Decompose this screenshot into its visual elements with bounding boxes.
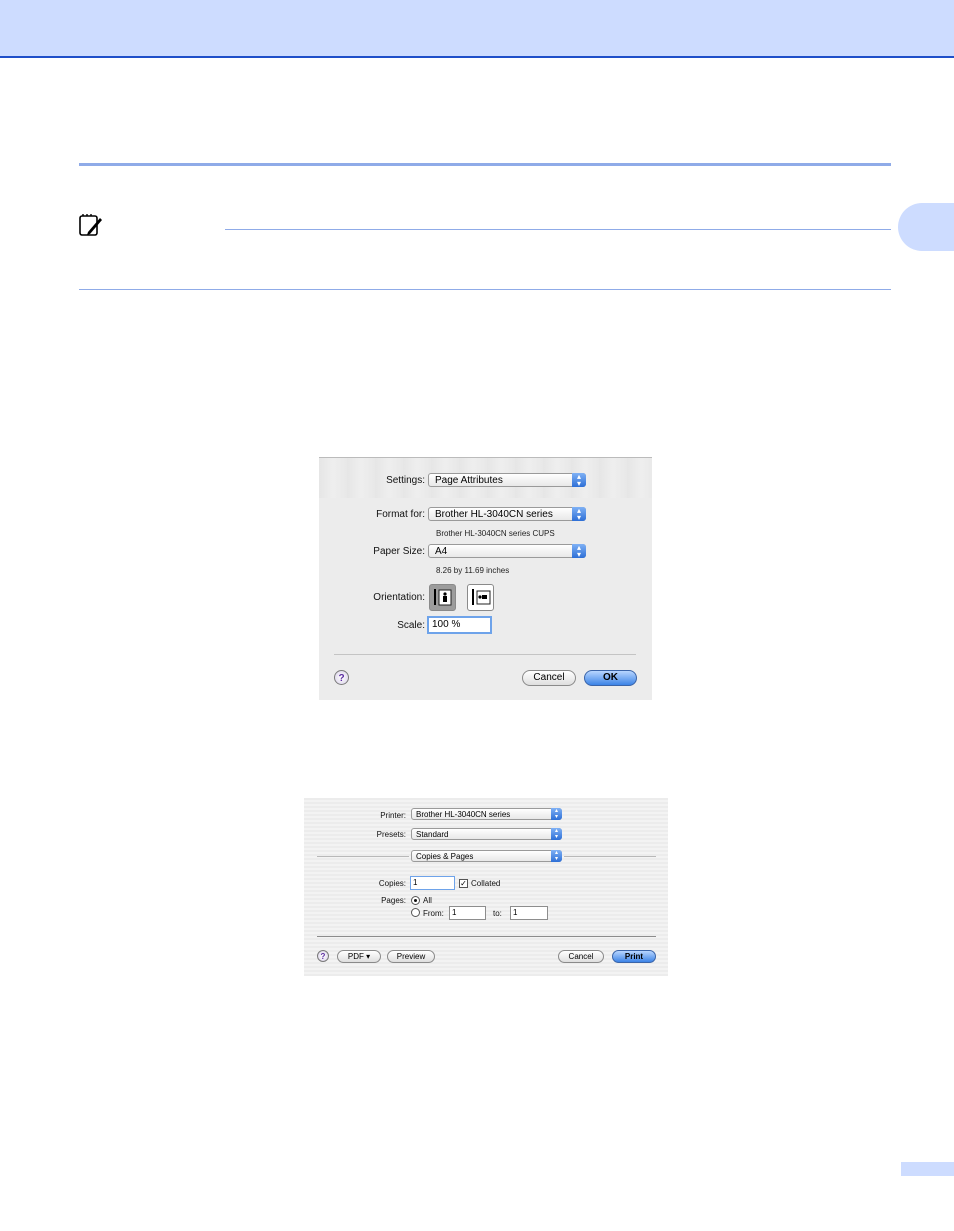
panel-popup-value: Copies & Pages (416, 852, 474, 861)
popup-arrows-icon: ▴ ▾ (551, 808, 562, 820)
pages-all-radio[interactable] (411, 896, 420, 905)
popup-arrows-icon: ▴ ▾ (551, 828, 562, 840)
settings-label: Settings: (386, 475, 425, 486)
pdf-button[interactable]: PDF ▾ (337, 950, 381, 963)
popup-arrows-icon: ▴ ▾ (551, 850, 562, 862)
presets-popup[interactable]: Standard ▴ ▾ (411, 828, 562, 840)
pages-to-input[interactable]: 1 (510, 906, 548, 920)
pages-from-label: From: (423, 909, 444, 918)
dialog-separator (334, 654, 636, 655)
paper-size-subtitle: 8.26 by 11.69 inches (436, 566, 510, 575)
panel-separator-left (317, 856, 409, 857)
settings-popup[interactable]: Page Attributes ▴ ▾ (428, 473, 586, 488)
orientation-label: Orientation: (373, 592, 425, 603)
cancel-button[interactable]: Cancel (522, 670, 576, 686)
panel-popup[interactable]: Copies & Pages ▴ ▾ (411, 850, 562, 862)
note-pencil-icon (79, 214, 102, 236)
pages-from-radio[interactable] (411, 908, 420, 917)
help-button[interactable]: ? (317, 950, 329, 962)
presets-label: Presets: (376, 830, 406, 839)
paper-size-label: Paper Size: (373, 546, 425, 557)
format-for-popup-value: Brother HL-3040CN series (435, 509, 553, 520)
format-for-subtitle: Brother HL-3040CN series CUPS (436, 529, 555, 538)
note-rule (225, 229, 891, 230)
copies-input[interactable]: 1 (410, 876, 455, 890)
scale-label: Scale: (397, 620, 425, 631)
printer-popup[interactable]: Brother HL-3040CN series ▴ ▾ (411, 808, 562, 820)
portrait-icon (434, 589, 452, 606)
dialog-separator (317, 936, 656, 937)
paper-size-popup-value: A4 (435, 546, 448, 557)
page-header-band (0, 0, 954, 58)
paper-size-popup[interactable]: A4 ▴ ▾ (428, 544, 586, 559)
help-button[interactable]: ? (334, 670, 349, 685)
popup-arrows-icon: ▴ ▾ (572, 507, 586, 522)
print-button[interactable]: Print (612, 950, 656, 963)
printer-label: Printer: (380, 811, 406, 820)
pages-all-label: All (423, 896, 432, 905)
preview-button[interactable]: Preview (387, 950, 435, 963)
presets-popup-value: Standard (416, 830, 449, 839)
note-rule-bottom (79, 289, 891, 290)
pages-label: Pages: (381, 896, 406, 905)
popup-arrows-icon: ▴ ▾ (572, 473, 586, 488)
collated-checkbox[interactable]: ✓ (459, 879, 468, 888)
landscape-icon (472, 589, 491, 605)
collated-label: Collated (471, 879, 501, 888)
printer-popup-value: Brother HL-3040CN series (416, 810, 511, 819)
cancel-button[interactable]: Cancel (558, 950, 604, 963)
settings-popup-value: Page Attributes (435, 475, 503, 486)
section-rule-top (79, 163, 891, 166)
format-for-popup[interactable]: Brother HL-3040CN series ▴ ▾ (428, 507, 586, 522)
print-dialog: Printer: Brother HL-3040CN series ▴ ▾ Pre… (304, 798, 668, 976)
scale-input[interactable]: 100 % (427, 616, 492, 634)
popup-arrows-icon: ▴ ▾ (572, 544, 586, 559)
portrait-orientation-button[interactable] (429, 584, 456, 611)
panel-separator-right (564, 856, 656, 857)
page-setup-dialog: Settings: Page Attributes ▴ ▾ Format for:… (319, 457, 652, 700)
format-for-label: Format for: (376, 509, 425, 520)
landscape-orientation-button[interactable] (467, 584, 494, 611)
pages-from-input[interactable]: 1 (449, 906, 486, 920)
pages-to-label: to: (493, 909, 502, 918)
ok-button[interactable]: OK (584, 670, 637, 686)
chapter-tab (898, 203, 954, 251)
copies-label: Copies: (378, 879, 406, 888)
page-number-tab (901, 1162, 954, 1176)
